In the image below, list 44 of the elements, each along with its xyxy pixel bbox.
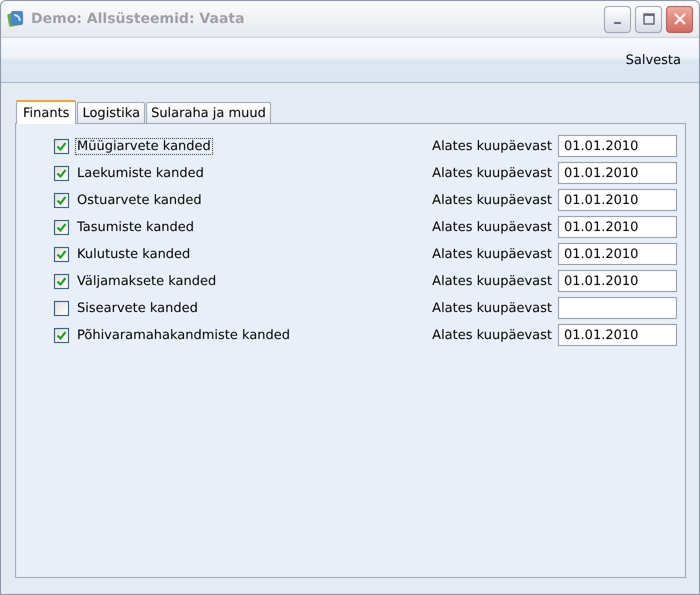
checkbox-label: Ostuarvete kanded bbox=[76, 192, 203, 208]
close-button[interactable] bbox=[666, 6, 693, 32]
checkbox[interactable] bbox=[54, 328, 69, 342]
checkbox-label: Tasumiste kanded bbox=[76, 218, 196, 236]
checkbox[interactable] bbox=[54, 192, 69, 208]
tab[interactable]: Sularaha ja muud bbox=[146, 102, 271, 123]
date-field[interactable]: 01.01.2010 bbox=[558, 324, 677, 346]
close-icon bbox=[674, 13, 686, 25]
checkbox-label: Sisearvete kanded bbox=[76, 300, 199, 316]
date-field[interactable]: 01.01.2010 bbox=[558, 135, 677, 157]
window-title: Demo: Allsüsteemid: Vaata bbox=[31, 11, 245, 27]
checkbox[interactable] bbox=[54, 166, 69, 180]
date-field[interactable]: 01.01.2010 bbox=[558, 162, 677, 184]
checkbox-label: Kulutuste kanded bbox=[76, 246, 192, 262]
tab[interactable]: Logistika bbox=[77, 102, 146, 123]
minimize-button[interactable] bbox=[604, 6, 631, 32]
tab[interactable]: Finants bbox=[16, 100, 76, 124]
checkbox-label: Laekumiste kanded bbox=[76, 164, 205, 182]
date-field[interactable]: 01.01.2010 bbox=[558, 189, 677, 211]
date-field[interactable]: 01.01.2010 bbox=[558, 243, 677, 265]
save-button[interactable]: Salvesta bbox=[622, 50, 685, 70]
minimize-icon bbox=[614, 22, 621, 24]
date-label: Alates kuupäevast bbox=[432, 300, 552, 316]
checkbox-label: Müügiarvete kanded bbox=[75, 138, 213, 154]
date-label: Alates kuupäevast bbox=[432, 192, 552, 208]
checkbox[interactable] bbox=[54, 220, 69, 234]
maximize-button[interactable] bbox=[635, 6, 662, 32]
checkbox-label: Põhivaramahakandmiste kanded bbox=[76, 326, 292, 344]
checkbox[interactable] bbox=[54, 274, 69, 288]
checkbox[interactable] bbox=[54, 246, 69, 262]
date-label: Alates kuupäevast bbox=[432, 274, 552, 288]
date-label: Alates kuupäevast bbox=[432, 328, 552, 342]
date-label: Alates kuupäevast bbox=[432, 138, 552, 154]
date-field[interactable] bbox=[558, 297, 677, 319]
date-label: Alates kuupäevast bbox=[432, 220, 552, 234]
date-field[interactable]: 01.01.2010 bbox=[558, 216, 677, 238]
maximize-icon bbox=[642, 13, 654, 25]
date-label: Alates kuupäevast bbox=[432, 166, 552, 180]
checkbox-label: Väljamaksete kanded bbox=[76, 272, 218, 290]
date-label: Alates kuupäevast bbox=[432, 246, 552, 262]
checkbox[interactable] bbox=[54, 138, 69, 154]
app-icon bbox=[7, 10, 25, 28]
date-field[interactable]: 01.01.2010 bbox=[558, 270, 677, 292]
checkbox[interactable] bbox=[54, 300, 69, 316]
